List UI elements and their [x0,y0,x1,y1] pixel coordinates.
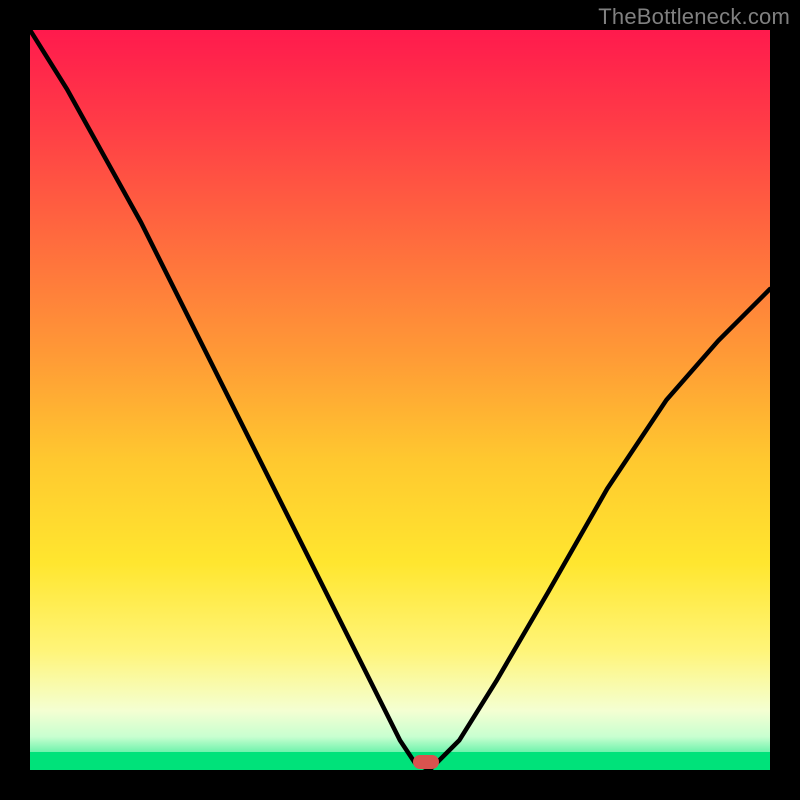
bottleneck-curve [30,30,770,770]
chart-frame: TheBottleneck.com [0,0,800,800]
optimal-marker [413,755,439,769]
watermark-text: TheBottleneck.com [598,4,790,30]
plot-area [30,30,770,770]
curve-svg [30,30,770,770]
